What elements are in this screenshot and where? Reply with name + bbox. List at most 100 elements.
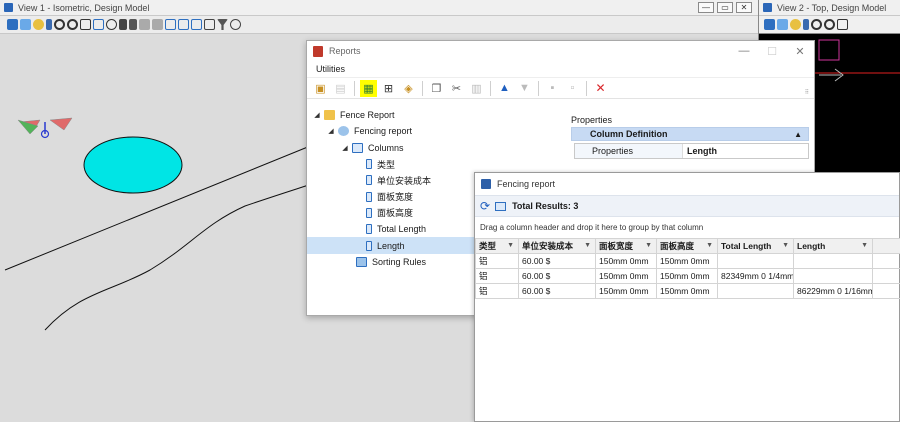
filter-icon[interactable]: ▼ bbox=[706, 242, 713, 249]
property-value[interactable]: Length bbox=[683, 146, 717, 156]
zoom-out-icon[interactable] bbox=[67, 19, 78, 30]
table-cell bbox=[872, 283, 900, 299]
column-header-empty bbox=[872, 238, 900, 254]
zoom-out-icon[interactable] bbox=[824, 19, 835, 30]
refresh-icon[interactable]: ⟳ bbox=[480, 199, 490, 213]
table-cell bbox=[717, 253, 794, 269]
table-cell: 86229mm 0 1/16mm bbox=[793, 283, 873, 299]
paste-icon[interactable]: ▥ bbox=[468, 80, 485, 97]
column-definitions-icon[interactable]: ▦ bbox=[360, 79, 377, 97]
columns-icon bbox=[352, 142, 363, 153]
filter-icon[interactable]: ▼ bbox=[861, 242, 868, 249]
menu-utilities[interactable]: Utilities bbox=[316, 64, 345, 74]
previous-view-icon[interactable] bbox=[139, 19, 150, 30]
toolbar-separator bbox=[538, 80, 539, 96]
reports-app-icon bbox=[313, 45, 323, 57]
delete-icon[interactable]: ✕ bbox=[592, 80, 609, 97]
minimize-button[interactable]: — bbox=[730, 45, 758, 58]
expand-icon[interactable]: ◢ bbox=[341, 144, 349, 152]
move-up-icon[interactable]: ▲ bbox=[496, 80, 513, 97]
pan-icon[interactable] bbox=[119, 19, 127, 30]
table-icon[interactable]: ⊞ bbox=[380, 80, 397, 97]
view-display-icon[interactable] bbox=[230, 19, 241, 30]
copy-icon[interactable]: ❐ bbox=[428, 80, 445, 97]
column-header[interactable]: 面板高度 ▼ bbox=[656, 238, 718, 254]
move-down-icon[interactable]: ▼ bbox=[516, 80, 533, 97]
column-header[interactable]: 面板宽度 ▼ bbox=[595, 238, 657, 254]
next-view-icon[interactable] bbox=[152, 19, 163, 30]
table-cell: 60.00 $ bbox=[518, 268, 596, 284]
export-icon[interactable]: ▫ bbox=[564, 80, 581, 97]
column-definition-header[interactable]: Column Definition ▲ bbox=[571, 127, 809, 141]
table-cell: 150mm 0mm bbox=[595, 268, 657, 284]
walk-icon[interactable] bbox=[129, 19, 137, 30]
toolbar-separator bbox=[354, 80, 355, 96]
tree-item-label: 面板宽度 bbox=[377, 192, 414, 203]
cut-icon[interactable]: ✂ bbox=[448, 80, 465, 97]
reports-title: Reports bbox=[329, 46, 361, 56]
zoom-in-icon[interactable] bbox=[811, 19, 822, 30]
column-header[interactable]: Total Length ▼ bbox=[717, 238, 794, 254]
table-row[interactable]: 铝 60.00 $ 150mm 0mm 150mm 0mm 86229mm 0 … bbox=[475, 283, 900, 299]
save-icon[interactable]: ▪ bbox=[544, 80, 561, 97]
export-excel-icon[interactable] bbox=[495, 201, 507, 211]
collapse-icon[interactable]: ▲ bbox=[794, 130, 802, 139]
delete-item-icon[interactable]: ▤ bbox=[332, 80, 349, 97]
view-layout-icon[interactable] bbox=[178, 19, 189, 30]
filter-icon[interactable]: ▼ bbox=[782, 242, 789, 249]
new-report-icon[interactable]: ▣ bbox=[312, 80, 329, 97]
brush-icon[interactable] bbox=[46, 19, 52, 30]
column-header[interactable]: Length ▼ bbox=[793, 238, 873, 254]
table-cell bbox=[717, 283, 794, 299]
view-attributes-icon[interactable] bbox=[764, 19, 775, 30]
table-cell bbox=[793, 268, 873, 284]
filter-icon[interactable]: ▼ bbox=[645, 242, 652, 249]
zoom-in-icon[interactable] bbox=[54, 19, 65, 30]
view1-minimize-button[interactable]: — bbox=[698, 2, 714, 13]
view1-close-button[interactable]: ✕ bbox=[736, 2, 752, 13]
tree-item-fence-report[interactable]: ◢ Fence Report bbox=[307, 107, 572, 123]
view-attributes-icon[interactable] bbox=[7, 19, 18, 30]
lighting-icon[interactable] bbox=[790, 19, 801, 30]
view1-toolbar bbox=[0, 16, 758, 34]
view1-restore-button[interactable]: ▭ bbox=[717, 2, 733, 13]
window-area-icon[interactable] bbox=[837, 19, 848, 30]
filter-icon[interactable] bbox=[217, 19, 228, 30]
view2-title: View 2 - Top, Design Model bbox=[777, 2, 887, 13]
results-table: 类型 ▼ 单位安装成本 ▼ 面板宽度 ▼ 面板高度 ▼ Total Length ▼ Le… bbox=[475, 238, 900, 299]
column-header[interactable]: 单位安装成本 ▼ bbox=[518, 238, 596, 254]
expand-icon[interactable]: ◢ bbox=[327, 127, 335, 135]
close-button[interactable]: ✕ bbox=[786, 45, 814, 58]
toolbar-separator bbox=[586, 80, 587, 96]
clip-volume-icon[interactable] bbox=[204, 19, 215, 30]
fencing-report-titlebar: Fencing report bbox=[475, 173, 899, 195]
column-header[interactable]: 类型 ▼ bbox=[475, 238, 519, 254]
tree-item-fencing-report[interactable]: ◢ Fencing report bbox=[307, 123, 572, 139]
tree-item-columns[interactable]: ◢ Columns bbox=[307, 140, 572, 156]
rotate-view-icon[interactable] bbox=[106, 19, 117, 30]
tree-item-label: 类型 bbox=[377, 159, 396, 170]
tree-item-column[interactable]: 类型 bbox=[307, 156, 572, 172]
maximize-button[interactable]: ☐ bbox=[758, 45, 786, 58]
table-cell: 60.00 $ bbox=[518, 283, 596, 299]
filter-icon[interactable]: ▼ bbox=[584, 242, 591, 249]
filter-icon[interactable]: ▼ bbox=[507, 242, 514, 249]
tree-item-label: 面板高度 bbox=[377, 208, 414, 219]
expand-icon[interactable]: ◢ bbox=[313, 111, 321, 119]
table-cell: 铝 bbox=[475, 283, 519, 299]
display-style-icon[interactable] bbox=[20, 19, 31, 30]
view-rotation-icon[interactable] bbox=[191, 19, 202, 30]
brush-icon[interactable] bbox=[803, 19, 809, 30]
lighting-icon[interactable] bbox=[33, 19, 44, 30]
query-icon[interactable]: ◈ bbox=[400, 80, 417, 97]
display-style-icon[interactable] bbox=[777, 19, 788, 30]
table-cell bbox=[872, 268, 900, 284]
column-definition-label: Column Definition bbox=[590, 129, 668, 139]
window-area-icon[interactable] bbox=[80, 19, 91, 30]
table-row[interactable]: 铝 60.00 $ 150mm 0mm 150mm 0mm bbox=[475, 253, 900, 269]
table-row[interactable]: 铝 60.00 $ 150mm 0mm 150mm 0mm 82349mm 0 … bbox=[475, 268, 900, 284]
group-by-area[interactable]: Drag a column header and drop it here to… bbox=[475, 217, 899, 238]
property-row[interactable]: Properties Length bbox=[574, 143, 809, 159]
copy-view-icon[interactable] bbox=[165, 19, 176, 30]
fit-view-icon[interactable] bbox=[93, 19, 104, 30]
